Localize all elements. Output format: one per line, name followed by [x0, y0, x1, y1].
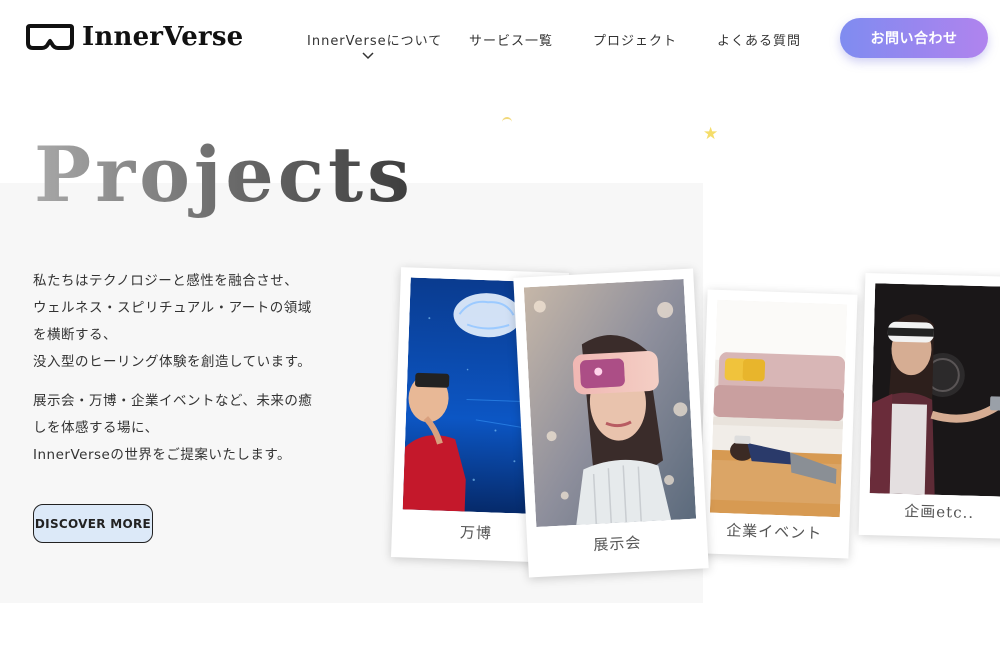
- contact-button[interactable]: お問い合わせ: [840, 18, 988, 58]
- page-title: Projects: [34, 130, 414, 219]
- description-paragraph-2: 展示会・万博・企業イベントなど、未来の癒 しを体感する場に、 InnerVers…: [33, 388, 312, 469]
- description-line: InnerVerseの世界をご提案いたします。: [33, 447, 291, 463]
- exhibition-photo: [523, 279, 697, 528]
- description-line: 展示会・万博・企業イベントなど、未来の癒: [33, 393, 313, 409]
- description-line: を横断する、: [33, 327, 117, 343]
- description-line: 私たちはテクノロジーと感性を融合させ、: [33, 273, 299, 289]
- logo[interactable]: InnerVerse: [26, 22, 243, 52]
- chevron-down-icon[interactable]: [362, 52, 374, 60]
- description-paragraph-1: 私たちはテクノロジーと感性を融合させ、 ウェルネス・スピリチュアル・アートの領域…: [33, 268, 312, 376]
- person-lying-sofa-image: [709, 299, 848, 518]
- discover-more-button[interactable]: DISCOVER MORE: [33, 504, 153, 543]
- description-line: ウェルネス・スピリチュアル・アートの領域: [33, 300, 312, 316]
- brand-name: InnerVerse: [82, 22, 244, 52]
- project-card-planning[interactable]: 企画etc..: [858, 272, 1000, 540]
- sparkle-decoration: [502, 117, 512, 122]
- description-line: 没入型のヒーリング体験を創造しています。: [33, 354, 312, 370]
- corporate-event-photo: [709, 299, 848, 518]
- woman-vr-reaching-image: [869, 283, 1000, 497]
- nav-item-services[interactable]: サービス一覧: [469, 30, 553, 49]
- card-caption: 企業イベント: [725, 521, 823, 543]
- card-caption: 企画etc..: [904, 502, 975, 522]
- nav-item-about[interactable]: InnerVerseについて: [307, 30, 442, 49]
- planning-photo: [869, 283, 1000, 497]
- site-header: InnerVerse InnerVerseについて サービス一覧 プロジェクト …: [0, 0, 1000, 80]
- project-card-corporate-event[interactable]: 企業イベント: [698, 289, 858, 559]
- nav-item-faq[interactable]: よくある質問: [717, 30, 801, 49]
- star-icon: ★: [703, 124, 719, 144]
- nav-item-projects[interactable]: プロジェクト: [593, 30, 677, 49]
- card-caption: 展示会: [592, 533, 642, 555]
- project-card-exhibition[interactable]: 展示会: [513, 268, 709, 578]
- hero-description: 私たちはテクノロジーと感性を融合させ、 ウェルネス・スピリチュアル・アートの領域…: [33, 268, 312, 481]
- description-line: しを体感する場に、: [33, 420, 159, 436]
- woman-vr-headset-image: [523, 279, 697, 528]
- vr-goggles-icon: [26, 24, 74, 50]
